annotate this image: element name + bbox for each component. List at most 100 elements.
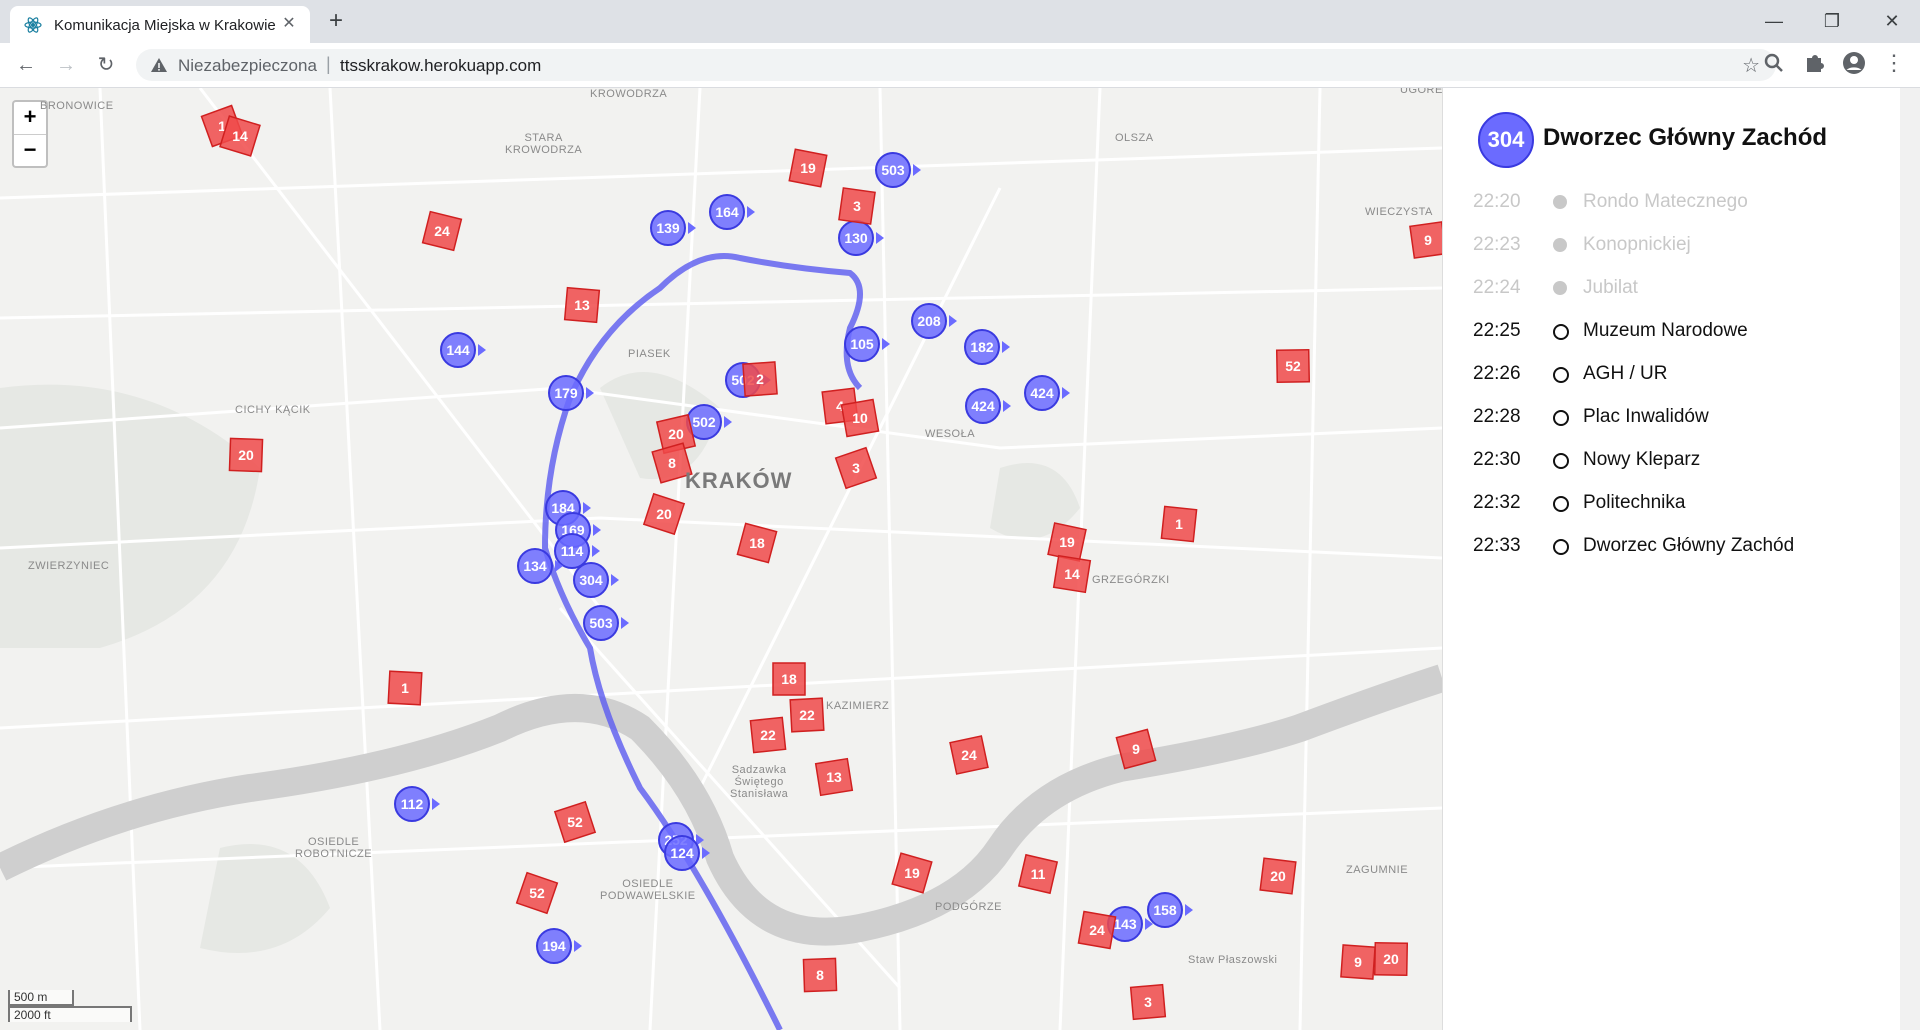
tram-marker[interactable]: 3 bbox=[834, 446, 878, 490]
bus-marker[interactable]: 130 bbox=[838, 220, 884, 256]
scrollbar[interactable] bbox=[1900, 88, 1920, 1030]
tram-marker[interactable]: 52 bbox=[1275, 348, 1311, 384]
city-label: KRAKÓW bbox=[685, 468, 793, 493]
bookmark-star-icon[interactable]: ☆ bbox=[1742, 53, 1760, 78]
tram-marker[interactable]: 19 bbox=[1047, 522, 1087, 562]
tram-line-number: 20 bbox=[656, 506, 672, 522]
bus-marker[interactable]: 424 bbox=[965, 388, 1011, 424]
tram-line-number: 52 bbox=[1285, 358, 1301, 374]
bus-marker[interactable]: 112 bbox=[394, 786, 440, 822]
tram-marker[interactable]: 13 bbox=[563, 286, 601, 324]
tram-marker[interactable]: 1 bbox=[1160, 505, 1198, 543]
bus-marker[interactable]: 208 bbox=[911, 303, 957, 339]
tram-marker[interactable]: 24 bbox=[1077, 910, 1117, 950]
bus-line-number: 130 bbox=[844, 230, 868, 246]
tram-line-number: 19 bbox=[800, 160, 816, 176]
zoom-out-button[interactable]: − bbox=[14, 135, 46, 167]
tram-marker[interactable]: 52 bbox=[515, 871, 559, 915]
tram-marker[interactable]: 20 bbox=[1373, 941, 1409, 977]
stop-title: Dworzec Główny Zachód bbox=[1543, 124, 1828, 151]
account-circle-icon[interactable] bbox=[1840, 49, 1868, 77]
bus-marker[interactable]: 139 bbox=[650, 210, 696, 246]
stop-time: 22:28 bbox=[1473, 406, 1521, 427]
tram-marker[interactable]: 10 bbox=[840, 398, 880, 438]
new-tab-button[interactable]: + bbox=[322, 8, 350, 36]
map-canvas[interactable]: 1645031391301052081821441794244245025021… bbox=[0, 88, 1442, 1030]
tram-marker[interactable]: 22 bbox=[749, 716, 787, 754]
bus-direction-arrow-icon bbox=[949, 315, 957, 327]
scale-metric: 500 m bbox=[8, 990, 74, 1006]
bus-marker[interactable]: 179 bbox=[548, 375, 594, 411]
tram-marker[interactable]: 20 bbox=[228, 437, 264, 473]
tram-marker[interactable]: 1 bbox=[387, 670, 423, 706]
tram-marker[interactable]: 2 bbox=[742, 361, 778, 397]
bus-marker[interactable]: 164 bbox=[709, 194, 755, 230]
place-label-stara-krowodrza: STARA KROWODRZA bbox=[505, 132, 583, 156]
bus-marker[interactable]: 182 bbox=[964, 329, 1010, 365]
tram-marker[interactable]: 20 bbox=[1259, 857, 1297, 895]
minimize-button[interactable]: — bbox=[1752, 6, 1796, 36]
back-button[interactable]: ← bbox=[12, 51, 40, 79]
place-label-bronowice: BRONOWICE bbox=[40, 100, 114, 112]
bus-direction-arrow-icon bbox=[478, 344, 486, 356]
bus-line-number: 503 bbox=[881, 162, 905, 178]
forward-button[interactable]: → bbox=[52, 51, 80, 79]
tram-line-number: 9 bbox=[1354, 954, 1362, 970]
stop-time: 22:23 bbox=[1473, 234, 1521, 255]
bus-line-number: 143 bbox=[1113, 916, 1137, 932]
tram-marker[interactable]: 13 bbox=[814, 757, 854, 797]
bus-marker[interactable]: 105 bbox=[844, 326, 890, 362]
bus-marker[interactable]: 194 bbox=[536, 928, 582, 964]
tram-marker[interactable]: 22 bbox=[789, 697, 825, 733]
map-view[interactable]: 164 503 139 130 105 208 182 144 179 424 424 502 502 1… bbox=[0, 88, 1442, 1030]
restore-button[interactable]: ❐ bbox=[1810, 6, 1854, 36]
bus-marker[interactable]: 503 bbox=[875, 152, 921, 188]
stop-name: Politechnika bbox=[1583, 492, 1686, 513]
tram-line-number: 8 bbox=[816, 967, 824, 983]
tram-line-number: 52 bbox=[529, 885, 545, 901]
tram-marker[interactable]: 9 bbox=[1340, 944, 1376, 980]
tram-marker[interactable]: 8 bbox=[802, 957, 838, 993]
tram-marker[interactable]: 14 bbox=[1052, 554, 1092, 594]
upcoming-stop-circle-icon bbox=[1553, 453, 1569, 469]
url-text[interactable]: ttsskrakow.herokuapp.com bbox=[340, 56, 541, 76]
bus-marker[interactable]: 503 bbox=[583, 605, 629, 641]
tram-marker[interactable]: 9 bbox=[1409, 221, 1442, 259]
tram-marker[interactable]: 52 bbox=[553, 800, 597, 844]
close-window-button[interactable]: ✕ bbox=[1870, 6, 1914, 36]
place-label-piasek: PIASEK bbox=[628, 348, 671, 360]
bus-marker[interactable]: 144 bbox=[440, 332, 486, 368]
tram-marker[interactable]: 24 bbox=[949, 735, 989, 775]
tram-marker[interactable]: 19 bbox=[788, 148, 828, 188]
address-bar[interactable]: Niezabezpieczona | ttsskrakow.herokuapp.… bbox=[136, 49, 1776, 81]
stop-time: 22:30 bbox=[1473, 449, 1521, 470]
bus-line-number: 424 bbox=[971, 398, 995, 414]
bus-marker[interactable]: 424 bbox=[1024, 375, 1070, 411]
tram-marker[interactable]: 18 bbox=[736, 522, 778, 564]
tram-line-number: 14 bbox=[232, 128, 248, 144]
tram-line-number: 24 bbox=[1089, 922, 1105, 938]
bus-marker[interactable]: 158 bbox=[1147, 892, 1193, 928]
bus-direction-arrow-icon bbox=[611, 574, 619, 586]
tram-marker[interactable]: 24 bbox=[421, 210, 463, 252]
tram-marker[interactable]: 18 bbox=[772, 662, 806, 696]
route-badge: 304 bbox=[1478, 112, 1534, 168]
tram-marker[interactable]: 11 bbox=[1017, 853, 1059, 895]
reload-button[interactable]: ↻ bbox=[92, 51, 120, 79]
browser-menu-icon[interactable]: ⋮ bbox=[1880, 49, 1908, 77]
tram-line-number: 2 bbox=[756, 371, 764, 387]
puzzle-icon[interactable] bbox=[1800, 49, 1828, 77]
tram-line-number: 22 bbox=[799, 707, 815, 723]
place-label-sadzawka: Sadzawka Świętego Stanisława bbox=[730, 764, 789, 800]
browser-tab[interactable]: Komunikacja Miejska w Krakowie ✕ bbox=[10, 6, 310, 43]
insecure-label[interactable]: Niezabezpieczona bbox=[178, 56, 317, 76]
tram-marker[interactable]: 3 bbox=[1129, 983, 1167, 1021]
bus-marker[interactable]: 304 bbox=[573, 562, 619, 598]
magnifier-icon[interactable] bbox=[1760, 49, 1788, 77]
tram-marker[interactable]: 3 bbox=[838, 187, 876, 225]
place-label-krowodrza: KROWODRZA bbox=[590, 88, 668, 100]
tab-close-icon[interactable]: ✕ bbox=[278, 13, 300, 35]
place-label-grzegorzki: GRZEGÓRZKI bbox=[1092, 574, 1170, 586]
bus-line-number: 144 bbox=[446, 342, 470, 358]
bus-line-number: 139 bbox=[656, 220, 680, 236]
